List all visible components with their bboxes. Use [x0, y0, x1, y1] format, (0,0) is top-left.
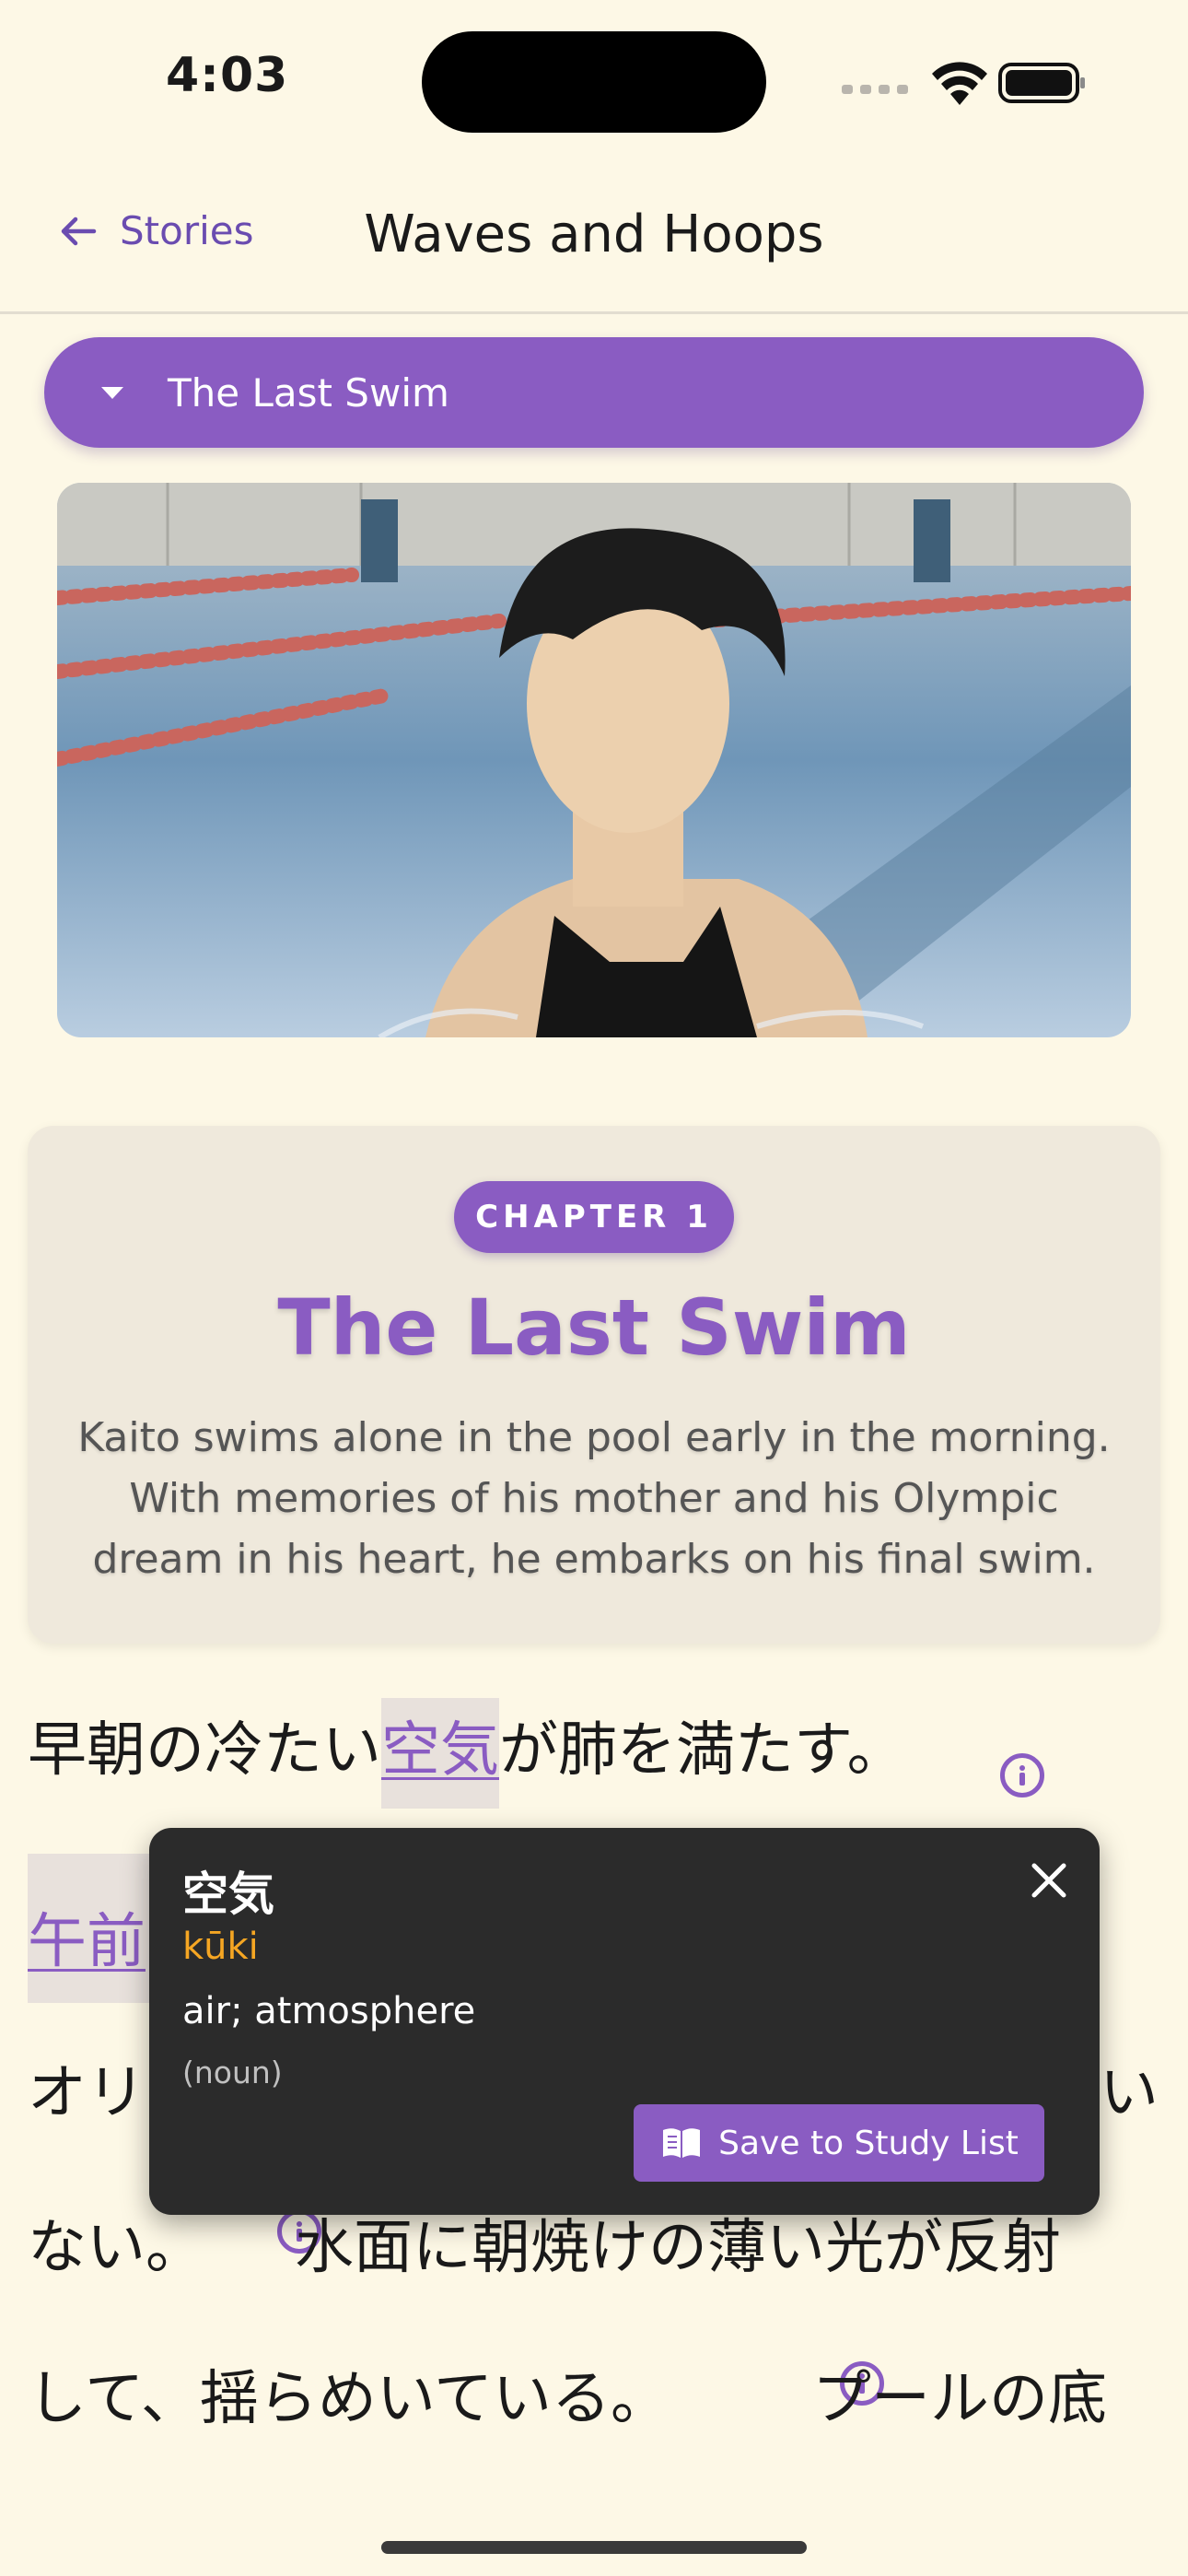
caret-down-icon	[101, 386, 123, 399]
page-title: Waves and Hoops	[364, 205, 824, 264]
sentence-info-icon[interactable]	[1000, 1753, 1044, 1797]
story-text: 早朝の冷たい	[28, 1716, 381, 1785]
dynamic-island	[422, 31, 766, 133]
status-time: 4:03	[166, 48, 289, 103]
battery-icon	[998, 63, 1085, 103]
story-text: して、揺らめいている。	[28, 2365, 670, 2433]
chapter-badge: CHAPTER 1	[454, 1181, 734, 1253]
home-indicator[interactable]	[381, 2541, 807, 2554]
popover-part-of-speech: (noun)	[182, 2055, 283, 2090]
cellular-signal-icon	[842, 85, 908, 94]
story-line-2: 午前	[28, 1894, 146, 1979]
chapter-description: Kaito swims alone in the pool early in t…	[77, 1414, 1111, 1583]
wifi-icon	[932, 62, 987, 105]
chapter-illustration	[57, 483, 1131, 1037]
nav-divider	[0, 311, 1188, 314]
popover-word: 空気	[182, 1868, 274, 1921]
save-to-study-list-button[interactable]: Save to Study List	[634, 2104, 1044, 2182]
story-line-5: して、揺らめいている。	[28, 2351, 670, 2436]
status-icons	[842, 62, 1085, 105]
chapter-dropdown[interactable]: The Last Swim	[44, 337, 1144, 448]
chapter-title: The Last Swim	[277, 1282, 911, 1373]
close-icon[interactable]	[1026, 1857, 1072, 1903]
story-line-3-end: い	[1100, 2059, 1159, 2127]
story-line-1: 早朝の冷たい空気が肺を満たす。	[28, 1698, 906, 1809]
chapter-dropdown-label: The Last Swim	[168, 369, 449, 416]
vocab-word-gozen[interactable]: 午前	[28, 1908, 146, 1976]
vocab-word-kuki[interactable]: 空気	[381, 1698, 499, 1809]
story-line-3-start: オリ	[28, 2059, 146, 2127]
book-icon	[663, 2128, 701, 2158]
save-button-label: Save to Study List	[718, 2124, 1019, 2162]
story-text: プールの底	[812, 2365, 1107, 2433]
popover-reading: kūki	[182, 1926, 259, 1968]
popover-meaning: air; atmosphere	[182, 1990, 476, 2032]
story-text: ない。	[28, 2214, 204, 2282]
story-text: が肺を満たす。	[499, 1716, 906, 1785]
